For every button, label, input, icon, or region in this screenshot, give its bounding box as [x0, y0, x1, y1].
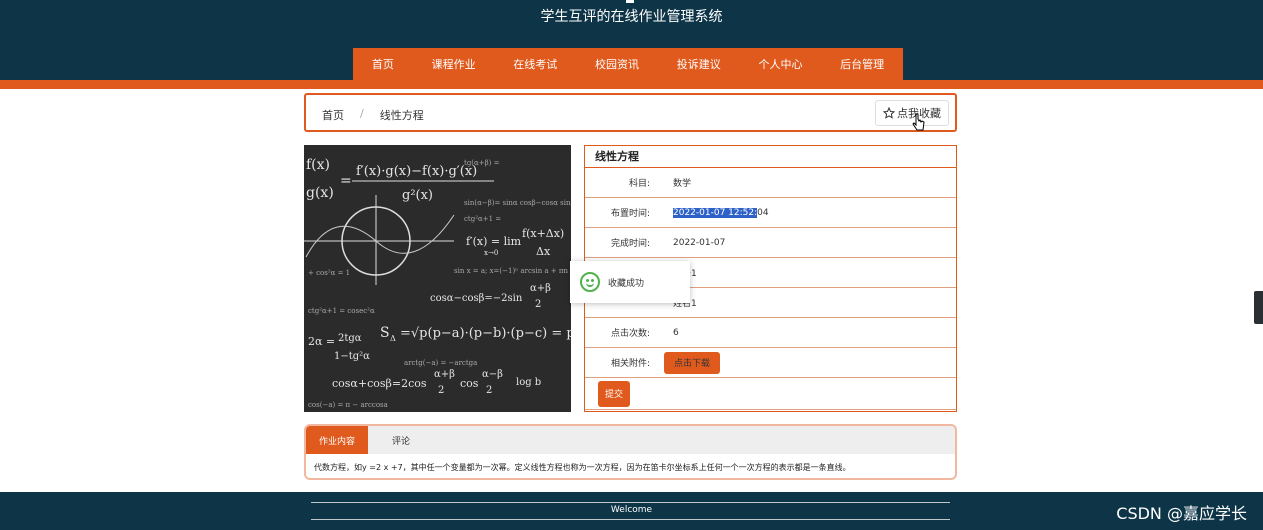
svg-text:cos(−a) = π − arccosa: cos(−a) = π − arccosa — [308, 401, 388, 409]
selected-text: 2022-01-07 12:52: — [673, 207, 758, 218]
svg-text:2α =: 2α = — [308, 335, 335, 348]
svg-text:cos: cos — [460, 377, 479, 390]
tab-homework-content[interactable]: 作业内容 — [306, 426, 368, 454]
header-stripe — [0, 80, 1263, 89]
svg-text:+ cos²α = 1: + cos²α = 1 — [308, 269, 350, 277]
svg-text:2tgα: 2tgα — [338, 333, 362, 344]
toast-notification: 收藏成功 — [570, 261, 690, 303]
row-subject: 科目: 数学 — [585, 168, 956, 198]
svg-text:sin x = a; x=(−1)ⁿ arcsin a +: sin x = a; x=(−1)ⁿ arcsin a + πn — [454, 267, 569, 275]
homework-tabs: 作业内容 评论 代数方程，如y =2 x +7，其中任一个变量都为一次幂。定义线… — [304, 424, 957, 480]
svg-text:2: 2 — [438, 385, 444, 396]
breadcrumb-bar: 首页 / 线性方程 点我收藏 — [304, 93, 957, 132]
due-time-value: 2022-01-07 — [673, 237, 726, 248]
svg-text:g(x): g(x) — [306, 185, 334, 201]
side-drawer-handle[interactable] — [1254, 291, 1263, 324]
site-title: 学生互评的在线作业管理系统 — [540, 9, 723, 25]
row-click-count: 点击次数: 6 — [585, 318, 956, 348]
footer-welcome: Welcome — [610, 505, 653, 515]
svg-text:f(x+Δx): f(x+Δx) — [522, 227, 564, 240]
svg-text:=√p(p−a)·(p−b)·(p−c) = p: =√p(p−a)·(p−b)·(p−c) = p — [400, 326, 571, 341]
footer-divider-bottom — [311, 519, 950, 520]
svg-text:2: 2 — [486, 385, 492, 396]
svg-text:f′(x) = lim: f′(x) = lim — [466, 235, 522, 248]
click-count-label: 点击次数: — [610, 329, 650, 339]
row-assigned-time: 布置时间: 2022-01-07 12:52:04 — [585, 198, 956, 228]
svg-text:f(x): f(x) — [306, 157, 330, 173]
svg-text:log b: log b — [516, 377, 541, 388]
toast-message: 收藏成功 — [608, 278, 645, 289]
mouse-cursor-icon — [912, 113, 925, 131]
subject-value: 数学 — [673, 179, 692, 189]
svg-text:Δ: Δ — [390, 334, 396, 343]
submit-row: 提交 — [585, 378, 956, 410]
download-button[interactable]: 点击下载 — [664, 351, 720, 374]
watermark: CSDN @嘉应学长 — [1116, 504, 1247, 523]
star-icon — [883, 107, 895, 119]
tab-comments[interactable]: 评论 — [368, 426, 434, 454]
breadcrumb: 首页 / 线性方程 — [322, 107, 424, 123]
svg-text:ctg²α+1 =: ctg²α+1 = — [464, 215, 501, 223]
svg-text:cosα−cosβ=−2sin: cosα−cosβ=−2sin — [430, 293, 523, 304]
detail-title: 线性方程 — [585, 146, 956, 168]
nav-admin[interactable]: 后台管理 — [821, 56, 903, 72]
breadcrumb-home[interactable]: 首页 — [322, 107, 344, 123]
svg-text:S: S — [380, 325, 390, 341]
logo-mark — [626, 0, 634, 3]
breadcrumb-current: 线性方程 — [379, 109, 424, 122]
svg-text:=: = — [340, 173, 352, 189]
svg-text:1−tg²α: 1−tg²α — [334, 351, 370, 362]
svg-text:α+β: α+β — [530, 283, 551, 294]
main-nav: 首页 课程作业 在线考试 校园资讯 投诉建议 个人中心 后台管理 — [353, 48, 903, 80]
svg-text:x→0: x→0 — [484, 249, 498, 257]
smile-icon — [580, 272, 600, 292]
footer-divider-top — [311, 502, 950, 503]
submit-button[interactable]: 提交 — [598, 380, 630, 407]
nav-personal-center[interactable]: 个人中心 — [740, 56, 822, 72]
svg-text:f′(x)·g(x)−f(x)·g′(x): f′(x)·g(x)−f(x)·g′(x) — [356, 164, 477, 179]
nav-online-exam[interactable]: 在线考试 — [494, 56, 576, 72]
due-time-label: 完成时间: — [610, 239, 650, 249]
svg-text:α−β: α−β — [482, 369, 503, 380]
nav-campus-news[interactable]: 校园资讯 — [576, 56, 658, 72]
svg-text:cosα+cosβ=2cos: cosα+cosβ=2cos — [332, 377, 427, 390]
subject-label: 科目: — [628, 179, 650, 189]
assigned-time-value: 2022-01-07 12:52:04 — [673, 207, 769, 218]
svg-text:2: 2 — [535, 299, 541, 310]
homework-content-text: 代数方程，如y =2 x +7，其中任一个变量都为一次幂。定义线性方程也称为一次… — [314, 463, 851, 472]
formula-chalkboard-image: f(x) g(x) = f′(x)·g(x)−f(x)·g′(x) g²(x) … — [304, 145, 571, 412]
nav-home[interactable]: 首页 — [353, 56, 413, 72]
svg-text:arctg(−a) = −arctga: arctg(−a) = −arctga — [404, 359, 477, 367]
svg-text:Δx: Δx — [536, 245, 551, 258]
nav-course-homework[interactable]: 课程作业 — [413, 56, 495, 72]
assigned-time-rest: 04 — [757, 207, 769, 218]
tab-bar: 作业内容 评论 — [306, 426, 955, 454]
nav-complaints[interactable]: 投诉建议 — [658, 56, 740, 72]
row-due-time: 完成时间: 2022-01-07 — [585, 228, 956, 258]
site-footer: Welcome — [0, 492, 1263, 530]
row-attachment: 相关附件: 点击下载 — [585, 348, 956, 378]
svg-text:ctg²α+1 = cosec²α: ctg²α+1 = cosec²α — [308, 307, 375, 315]
svg-text:α+β: α+β — [434, 369, 455, 380]
breadcrumb-separator: / — [360, 107, 364, 120]
svg-text:tg(α+β) =: tg(α+β) = — [464, 159, 500, 167]
svg-text:sin(α−β)= sinα cosβ−cosα sinβ: sin(α−β)= sinα cosβ−cosα sinβ — [464, 199, 571, 207]
assigned-time-label: 布置时间: — [610, 209, 650, 219]
svg-text:g²(x): g²(x) — [402, 188, 433, 203]
attachment-label: 相关附件: — [610, 359, 650, 369]
click-count-value: 6 — [673, 327, 679, 338]
